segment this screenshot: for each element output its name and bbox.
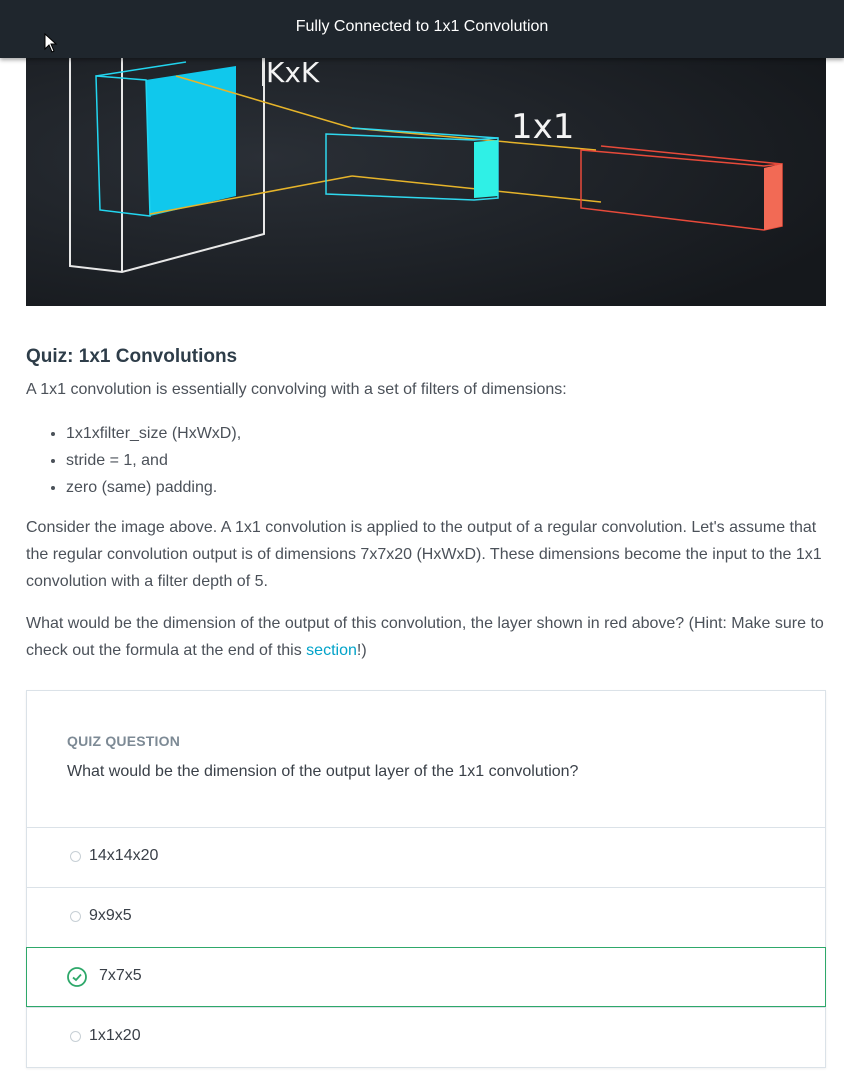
quiz-question-text: What would be the dimension of the outpu… [67, 763, 579, 780]
list-item: stride = 1, and [66, 447, 241, 474]
list-item: zero (same) padding. [66, 474, 241, 501]
option-label: 1x1x20 [89, 1027, 141, 1044]
quiz-option-9x9x5[interactable]: 9x9x5 [27, 887, 825, 947]
1x1-label: 1x1 [511, 107, 574, 147]
question-paragraph: What would be the dimension of the outpu… [26, 610, 826, 664]
quiz-option-7x7x5[interactable]: 7x7x5 [26, 947, 826, 1007]
option-label: 14x14x20 [89, 847, 159, 864]
mouse-cursor-icon [44, 33, 58, 53]
question-text-end: !) [356, 642, 367, 659]
quiz-option-14x14x20[interactable]: 14x14x20 [27, 827, 825, 887]
intro-text: A 1x1 convolution is essentially convolv… [26, 381, 567, 398]
radio-icon[interactable] [70, 911, 81, 922]
quiz-card: QUIZ QUESTION What would be the dimensio… [26, 690, 826, 1068]
radio-icon[interactable] [70, 851, 81, 862]
convolution-illustration: KxK 1x1 [26, 58, 826, 306]
top-bar: Fully Connected to 1x1 Convolution [0, 0, 844, 58]
context-paragraph: Consider the image above. A 1x1 convolut… [26, 519, 822, 590]
option-label: 7x7x5 [99, 967, 142, 984]
quiz-kicker: QUIZ QUESTION [67, 733, 181, 749]
section-link[interactable]: section [306, 642, 357, 659]
filter-properties-list: 1x1xfilter_size (HxWxD), stride = 1, and… [26, 420, 241, 501]
check-circle-icon [67, 967, 87, 987]
quiz-heading: Quiz: 1x1 Convolutions [26, 346, 238, 367]
question-text: What would be the dimension of the outpu… [26, 615, 824, 659]
page-title: Fully Connected to 1x1 Convolution [295, 18, 549, 35]
kxk-label: KxK [266, 58, 320, 89]
list-item: 1x1xfilter_size (HxWxD), [66, 420, 241, 447]
option-label: 9x9x5 [89, 907, 132, 924]
radio-icon[interactable] [70, 1031, 81, 1042]
quiz-option-1x1x20[interactable]: 1x1x20 [27, 1007, 825, 1067]
